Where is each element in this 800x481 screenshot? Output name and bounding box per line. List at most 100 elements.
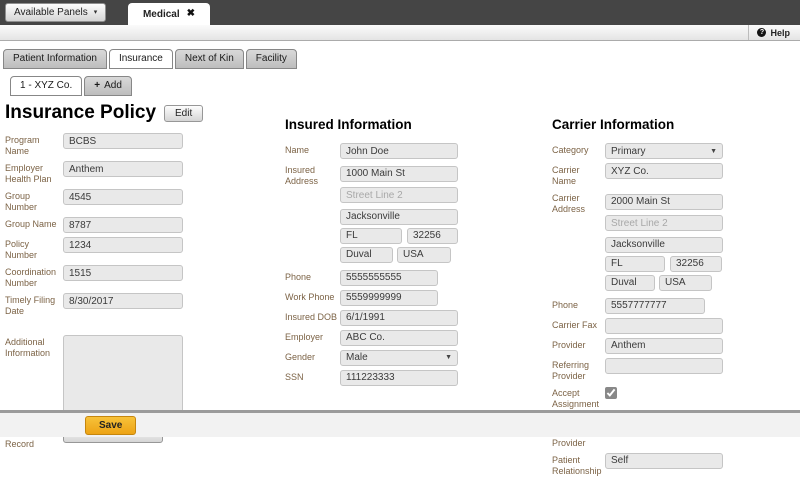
provider-label: Provider — [552, 339, 586, 350]
field-row: Carrier Fax — [552, 317, 797, 334]
category-select[interactable]: Primary ▼ — [605, 143, 723, 159]
field-row: Provider — [552, 337, 797, 354]
insured-name-input[interactable] — [340, 143, 458, 159]
field-row: SSN — [285, 369, 547, 386]
program-name-input[interactable] — [63, 133, 183, 149]
insured-dob-input[interactable] — [340, 309, 458, 326]
employer-health-plan-input[interactable] — [63, 161, 183, 177]
carrier-phone-input[interactable] — [605, 297, 705, 314]
carrier-country-input[interactable] — [659, 274, 712, 291]
close-icon[interactable]: ✖ — [187, 9, 195, 19]
help-icon: ? — [757, 28, 767, 37]
panel-tab-label: Medical — [142, 8, 180, 20]
accept-assignment-label: Accept Assignment — [552, 387, 600, 409]
carrier-address-label: Carrier Address — [552, 193, 586, 214]
insured-dob-label: Insured DOB — [285, 311, 338, 322]
field-row: Timely Filing Date — [5, 293, 267, 317]
carrier-fax-label: Carrier Fax — [552, 319, 598, 330]
panel-tab-medical[interactable]: Medical ✖ — [128, 3, 210, 25]
carrier-street2-input[interactable] — [605, 215, 723, 231]
timely-filing-date-input[interactable] — [63, 293, 183, 309]
field-row: Employer Health Plan — [5, 161, 267, 185]
ssn-input[interactable] — [340, 369, 458, 386]
field-row: Work Phone — [285, 289, 547, 306]
employer-health-plan-label: Employer Health Plan — [5, 163, 52, 184]
available-panels-button[interactable]: Available Panels ▾ — [5, 3, 107, 22]
insured-section-title: Insured Information — [285, 117, 412, 132]
chevron-down-icon: ▼ — [710, 147, 717, 155]
carrier-city-input[interactable] — [605, 236, 723, 253]
carrier-name-label: Carrier Name — [552, 165, 580, 186]
field-row: Carrier Address — [552, 191, 797, 294]
referring-provider-input[interactable] — [605, 357, 723, 374]
field-row: Gender Male ▼ — [285, 349, 547, 366]
carrier-address-group — [605, 191, 797, 294]
policy-tabs: 1 - XYZ Co. + Add — [10, 76, 800, 96]
work-phone-label: Work Phone — [285, 291, 335, 302]
work-phone-input[interactable] — [340, 289, 438, 306]
insured-city-input[interactable] — [340, 208, 458, 225]
carrier-county-input[interactable] — [605, 274, 655, 291]
insurance-policy-panel: Insurance Policy Edit Program Name Emplo… — [0, 102, 800, 476]
group-number-input[interactable] — [63, 189, 183, 205]
insured-phone-label: Phone — [285, 271, 312, 282]
ssn-label: SSN — [285, 371, 304, 382]
carrier-state-input[interactable] — [605, 255, 665, 272]
coordination-number-label: Coordination Number — [5, 267, 57, 288]
field-row: Employer — [285, 329, 547, 346]
field-row: Name — [285, 143, 547, 159]
insured-country-input[interactable] — [397, 246, 451, 263]
insured-county-input[interactable] — [340, 246, 393, 263]
insured-employer-label: Employer — [285, 331, 324, 342]
patient-relationship-label: Patient Relationship — [552, 454, 602, 476]
save-button[interactable]: Save — [85, 416, 137, 435]
insured-section: Insured Information Name Insured Address — [285, 102, 547, 390]
field-row: Insured DOB — [285, 309, 547, 326]
policy-tab-xyz[interactable]: 1 - XYZ Co. — [10, 76, 83, 96]
gender-select[interactable]: Male ▼ — [340, 349, 458, 366]
additional-information-textarea[interactable] — [63, 335, 183, 420]
edit-button[interactable]: Edit — [164, 104, 204, 122]
carrier-street1-input[interactable] — [605, 193, 723, 210]
category-value: Primary — [611, 145, 646, 157]
group-number-label: Group Number — [5, 191, 38, 212]
insured-employer-input[interactable] — [340, 329, 458, 346]
policy-section: Insurance Policy Edit Program Name Emplo… — [5, 102, 267, 454]
tab-facility[interactable]: Facility — [245, 49, 297, 69]
additional-information-label: Additional Information — [5, 337, 51, 358]
carrier-zip-input[interactable] — [670, 255, 722, 272]
gender-value: Male — [346, 352, 368, 363]
tab-next-of-kin[interactable]: Next of Kin — [174, 49, 244, 69]
field-row: Policy Number — [5, 237, 267, 261]
group-name-label: Group Name — [5, 219, 57, 229]
insured-zip-input[interactable] — [407, 227, 458, 244]
insured-phone-input[interactable] — [340, 269, 438, 286]
insured-address-group — [340, 163, 547, 266]
policy-number-input[interactable] — [63, 237, 183, 253]
insured-street2-input[interactable] — [340, 187, 458, 203]
policy-tab-add[interactable]: + Add — [84, 76, 132, 96]
insured-name-label: Name — [285, 145, 310, 155]
carrier-fax-input[interactable] — [605, 317, 723, 334]
accept-assignment-checkbox[interactable] — [605, 386, 617, 399]
coordination-number-input[interactable] — [63, 265, 183, 281]
tab-insurance[interactable]: Insurance — [108, 49, 173, 69]
patient-relationship-input[interactable] — [605, 452, 723, 469]
page-title: Insurance Policy — [5, 102, 157, 123]
tab-patient-information[interactable]: Patient Information — [3, 49, 107, 69]
category-label: Category — [552, 145, 589, 155]
provider-input[interactable] — [605, 337, 723, 354]
add-tab-label: Add — [104, 80, 122, 91]
field-row: Group Name — [5, 217, 267, 233]
field-row: Phone — [552, 297, 797, 314]
insured-street1-input[interactable] — [340, 165, 458, 182]
field-row: Accept Assignment — [552, 386, 797, 410]
field-row: Phone — [285, 269, 547, 286]
group-name-input[interactable] — [63, 217, 183, 233]
help-button[interactable]: ? Help — [748, 25, 800, 40]
toolbar: ? Help — [0, 25, 800, 41]
insured-state-input[interactable] — [340, 227, 402, 244]
carrier-name-input[interactable] — [605, 163, 723, 179]
field-row: Program Name — [5, 133, 267, 157]
caret-down-icon: ▾ — [93, 9, 98, 16]
